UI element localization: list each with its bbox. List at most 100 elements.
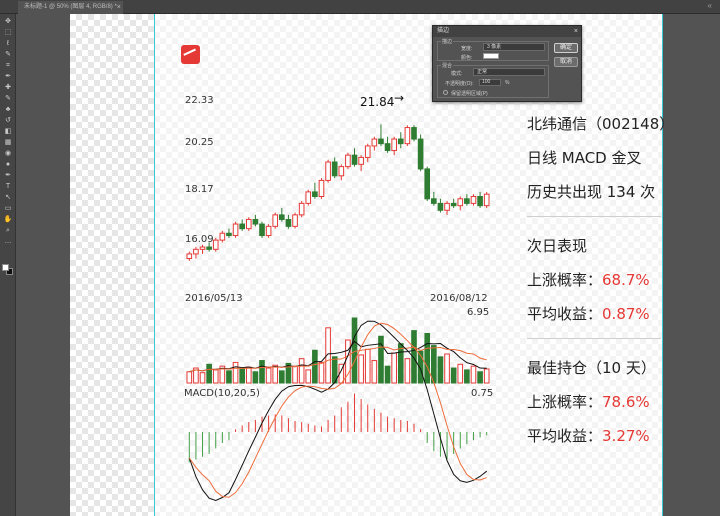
candle-body [285, 218, 292, 227]
candle-body [199, 246, 206, 250]
preserve-transparency-checkbox[interactable] [443, 90, 448, 95]
next-day-up-prob: 上涨概率：68.7% [527, 269, 650, 290]
volume-bar [226, 370, 232, 384]
volume-bar [265, 367, 272, 384]
best-avg-return: 平均收益：3.27% [527, 425, 650, 446]
macd-title: MACD(10,20,5) [184, 388, 260, 399]
candle-body [411, 127, 417, 140]
volume-bar [424, 332, 431, 384]
volume-bar [358, 354, 364, 384]
mode-select[interactable]: 正常 [473, 68, 545, 76]
candle-body [219, 232, 226, 241]
next-day-title: 次日表现 [527, 237, 588, 255]
volume-bar [351, 317, 358, 384]
blend-section-label: 混合 [441, 62, 454, 69]
volume-bar [483, 368, 490, 384]
best-up-prob: 上涨概率：78.6% [527, 391, 650, 412]
width-field[interactable]: 3 像素 [483, 43, 545, 51]
width-label: 宽度: [461, 46, 473, 52]
volume-bar [212, 369, 219, 384]
volume-bar [391, 352, 397, 384]
date-start-label: 2016/05/13 [185, 293, 243, 304]
volume-bar [364, 348, 371, 384]
next-day-up-prob-value: 68.7% [602, 271, 650, 289]
candle-body [384, 143, 391, 152]
candle-body [378, 138, 384, 145]
price-tick-3: 18.17 [185, 184, 214, 195]
volume-bar [470, 365, 477, 384]
history-count: 历史共出现 134 次 [527, 183, 656, 201]
cancel-button[interactable]: 取消 [554, 57, 578, 67]
opacity-input[interactable]: 100 [479, 79, 501, 86]
volume-bar [431, 345, 437, 384]
best-up-prob-value: 78.6% [602, 393, 650, 411]
volume-bar [245, 366, 252, 384]
candle-body [232, 223, 239, 237]
best-avg-return-value: 3.27% [602, 427, 650, 445]
candle-body [298, 202, 305, 216]
mode-label: 模式: [451, 71, 463, 77]
volume-bar [450, 367, 457, 384]
candle-body [325, 161, 331, 181]
candle-body [450, 202, 457, 207]
macd-dea-line [188, 322, 487, 498]
volume-bar [464, 369, 470, 384]
volume-bar [457, 363, 464, 384]
dialog-title-bar[interactable]: 描边 × [433, 26, 581, 37]
candle-body [424, 168, 431, 200]
stroke-section-label: 描边 [441, 38, 454, 45]
candle-body [312, 191, 318, 197]
color-label: 颜色: [461, 55, 473, 61]
color-swatch[interactable] [483, 53, 499, 59]
volume-max-label: 6.95 [467, 307, 490, 318]
volume-bar [444, 353, 450, 384]
dialog-title: 描边 [437, 28, 450, 34]
candle-body [331, 161, 338, 177]
stock-name: 北纬通信（002148） [527, 115, 675, 133]
volume-bar [199, 372, 206, 384]
volume-bar [437, 356, 444, 384]
best-hold-title: 最佳持仓（10 天） [527, 359, 656, 377]
candle-body [397, 138, 404, 145]
candle-body [259, 223, 265, 237]
stroke-dialog: 描边 × 描边 宽度: 3 像素 颜色: 混合 模式: 正常 不透明度(O): … [432, 25, 582, 102]
volume-bar [186, 371, 193, 384]
macd-value-label: 0.75 [471, 388, 494, 399]
opacity-label: 不透明度(O): [445, 81, 474, 87]
volume-bar [404, 358, 411, 384]
volume-bar [292, 365, 298, 384]
volume-bar [312, 349, 318, 384]
candle-body [371, 138, 378, 147]
volume-bar [477, 371, 483, 384]
candle-body [483, 193, 490, 207]
ok-button[interactable]: 确定 [554, 43, 578, 53]
candle-body [292, 214, 298, 227]
signal-title: 日线 MACD 金叉 [527, 149, 642, 167]
date-end-label: 2016/08/12 [430, 293, 488, 304]
candle-body [477, 195, 483, 207]
candle-body [245, 218, 252, 230]
candle-body [193, 248, 199, 255]
price-tick-2: 20.25 [185, 137, 214, 148]
high-arrow-icon: → [394, 91, 405, 105]
high-price-annotation: 21.84 [360, 95, 395, 109]
preserve-transparency-label: 保留透明区域(P) [451, 91, 488, 97]
divider-2 [527, 338, 661, 339]
volume-bar [371, 360, 378, 384]
next-day-avg-return: 平均收益：0.87% [527, 303, 650, 324]
volume-bar [252, 371, 259, 384]
candle-body [364, 145, 371, 158]
candle-body [417, 138, 424, 170]
candle-body [272, 214, 279, 227]
candle-body [206, 246, 212, 250]
close-icon[interactable]: × [574, 26, 578, 37]
candle-body [318, 179, 325, 197]
candle-body [470, 195, 477, 204]
candle-body [186, 253, 193, 260]
volume-bar [206, 363, 212, 384]
volume-bar [279, 370, 285, 384]
volume-bar [305, 369, 312, 384]
candle-body [279, 214, 285, 220]
candle-body [358, 156, 364, 165]
volume-bar [384, 365, 391, 384]
